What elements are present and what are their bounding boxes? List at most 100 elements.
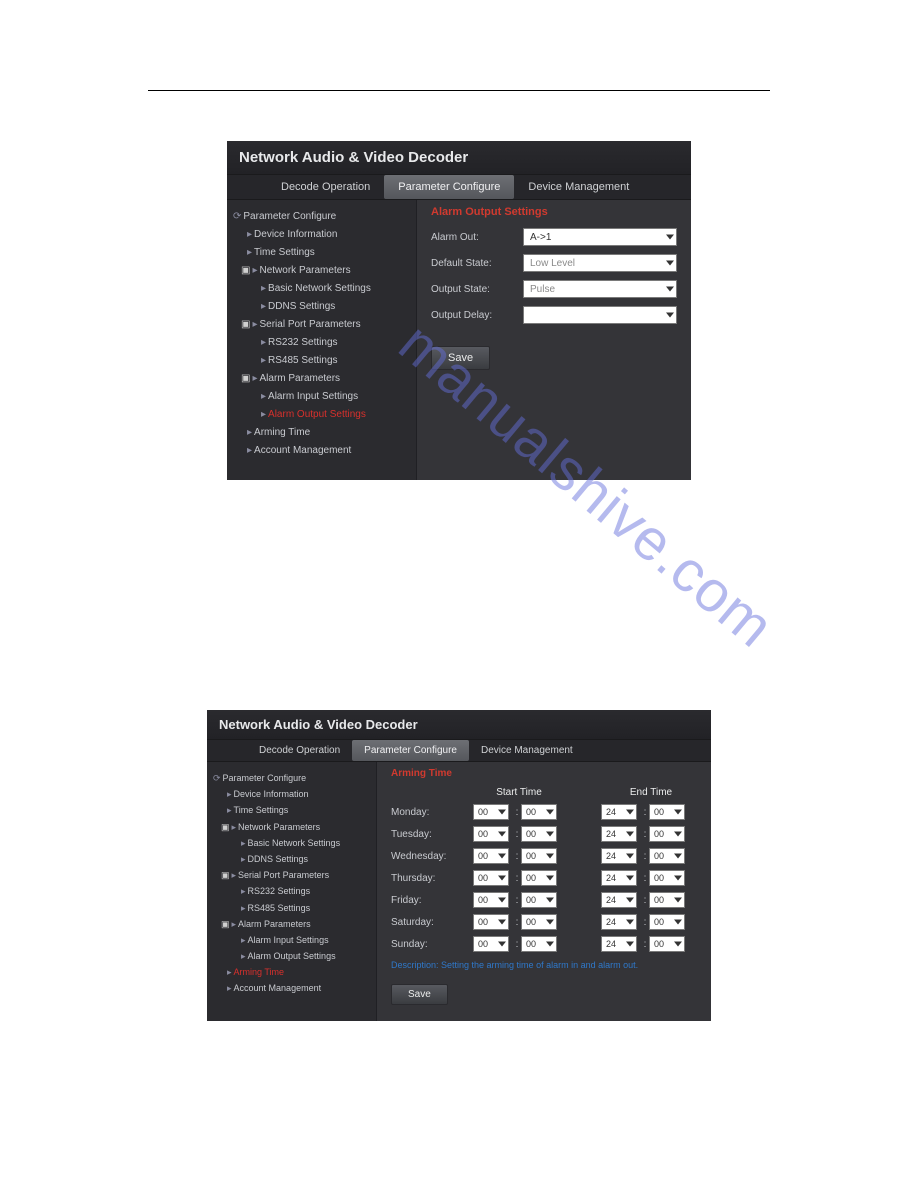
tree-device-information[interactable]: ▸Device Information — [213, 786, 370, 802]
output-state-select[interactable]: Pulse — [523, 280, 677, 298]
tuesday-start-minute-select[interactable]: 00 — [521, 826, 557, 842]
app-title: Network Audio & Video Decoder — [227, 141, 691, 174]
thursday-start-hour-select[interactable]: 00 — [473, 870, 509, 886]
tree-account-management[interactable]: ▸Account Management — [213, 980, 370, 996]
select-value: 00 — [654, 807, 664, 817]
thursday-end-minute-select[interactable]: 00 — [649, 870, 685, 886]
tree-alarm-input-settings[interactable]: ▸Alarm Input Settings — [213, 932, 370, 948]
time-separator: : — [513, 851, 521, 862]
select-value: Low Level — [530, 258, 575, 269]
panel-arming-time: Arming Time Start Time End Time Monday: … — [377, 762, 711, 1021]
chevron-down-icon — [546, 920, 554, 925]
wednesday-start-hour-select[interactable]: 00 — [473, 848, 509, 864]
tree-rs485-settings[interactable]: ▸RS485 Settings — [233, 352, 410, 370]
default-state-select[interactable]: Low Level — [523, 254, 677, 272]
tree-account-management[interactable]: ▸Account Management — [233, 442, 410, 460]
tab-parameter-configure[interactable]: Parameter Configure — [352, 740, 469, 761]
save-button[interactable]: Save — [391, 984, 448, 1005]
tree-alarm-output-settings[interactable]: ▸Alarm Output Settings — [233, 406, 410, 424]
tab-parameter-configure[interactable]: Parameter Configure — [384, 175, 514, 199]
saturday-start-minute-select[interactable]: 00 — [521, 914, 557, 930]
tree-root[interactable]: ⟳Parameter Configure — [213, 770, 370, 786]
output-delay-select[interactable] — [523, 306, 677, 324]
tree-ddns-settings[interactable]: ▸DDNS Settings — [213, 851, 370, 867]
chevron-down-icon — [498, 898, 506, 903]
time-separator: : — [641, 851, 649, 862]
tree-time-settings[interactable]: ▸Time Settings — [213, 802, 370, 818]
day-label: Monday: — [391, 807, 473, 818]
tree-arming-time[interactable]: ▸Arming Time — [213, 964, 370, 980]
tree-device-information[interactable]: ▸Device Information — [233, 226, 410, 244]
save-button[interactable]: Save — [431, 346, 490, 370]
tree-arming-time[interactable]: ▸Arming Time — [233, 424, 410, 442]
saturday-end-hour-select[interactable]: 24 — [601, 914, 637, 930]
tree-label: RS485 Settings — [248, 903, 311, 913]
tree-network-parameters[interactable]: ▣▸Network Parameters — [213, 819, 370, 835]
tuesday-end-hour-select[interactable]: 24 — [601, 826, 637, 842]
chevron-down-icon — [626, 942, 634, 947]
tree-network-parameters[interactable]: ▣▸Network Parameters — [233, 262, 410, 280]
tab-decode-operation[interactable]: Decode Operation — [247, 740, 352, 761]
tree-label: Arming Time — [254, 427, 310, 438]
select-value: A->1 — [530, 232, 551, 243]
tree-root-label: Parameter Configure — [243, 211, 336, 222]
wednesday-end-hour-select[interactable]: 24 — [601, 848, 637, 864]
friday-start-hour-select[interactable]: 00 — [473, 892, 509, 908]
sunday-end-hour-select[interactable]: 24 — [601, 936, 637, 952]
panel-title: Alarm Output Settings — [431, 206, 677, 218]
tree-rs232-settings[interactable]: ▸RS232 Settings — [213, 883, 370, 899]
friday-start-minute-select[interactable]: 00 — [521, 892, 557, 908]
sidebar-tree: ⟳Parameter Configure ▸Device Information… — [207, 762, 377, 1021]
friday-end-hour-select[interactable]: 24 — [601, 892, 637, 908]
tab-device-management[interactable]: Device Management — [514, 175, 643, 199]
panel-title: Arming Time — [391, 768, 697, 779]
sunday-end-minute-select[interactable]: 00 — [649, 936, 685, 952]
select-value: 00 — [478, 939, 488, 949]
tuesday-start-hour-select[interactable]: 00 — [473, 826, 509, 842]
alarm-out-select[interactable]: A->1 — [523, 228, 677, 246]
tab-device-management[interactable]: Device Management — [469, 740, 585, 761]
chevron-down-icon — [498, 876, 506, 881]
select-value: 24 — [606, 917, 616, 927]
tree-serial-port-parameters[interactable]: ▣▸Serial Port Parameters — [233, 316, 410, 334]
tree-ddns-settings[interactable]: ▸DDNS Settings — [233, 298, 410, 316]
tree-label: Alarm Parameters — [238, 919, 311, 929]
sunday-start-minute-select[interactable]: 00 — [521, 936, 557, 952]
time-separator: : — [641, 939, 649, 950]
tuesday-end-minute-select[interactable]: 00 — [649, 826, 685, 842]
monday-end-minute-select[interactable]: 00 — [649, 804, 685, 820]
tree-alarm-input-settings[interactable]: ▸Alarm Input Settings — [233, 388, 410, 406]
day-label: Tuesday: — [391, 829, 473, 840]
tree-time-settings[interactable]: ▸Time Settings — [233, 244, 410, 262]
sunday-start-hour-select[interactable]: 00 — [473, 936, 509, 952]
monday-start-hour-select[interactable]: 00 — [473, 804, 509, 820]
row-saturday: Saturday: 00 : 00 24 : 00 — [391, 914, 697, 930]
sidebar-tree: ⟳Parameter Configure ▸Device Information… — [227, 200, 417, 480]
thursday-start-minute-select[interactable]: 00 — [521, 870, 557, 886]
chevron-down-icon — [546, 942, 554, 947]
tree-basic-network-settings[interactable]: ▸Basic Network Settings — [213, 835, 370, 851]
tree-basic-network-settings[interactable]: ▸Basic Network Settings — [233, 280, 410, 298]
tree-alarm-output-settings[interactable]: ▸Alarm Output Settings — [213, 948, 370, 964]
monday-end-hour-select[interactable]: 24 — [601, 804, 637, 820]
saturday-end-minute-select[interactable]: 00 — [649, 914, 685, 930]
tree-root[interactable]: ⟳Parameter Configure — [233, 208, 410, 226]
horizontal-rule — [148, 90, 770, 91]
tab-decode-operation[interactable]: Decode Operation — [267, 175, 384, 199]
monday-start-minute-select[interactable]: 00 — [521, 804, 557, 820]
select-value: 00 — [654, 873, 664, 883]
select-value: 24 — [606, 895, 616, 905]
tree-label: Alarm Input Settings — [248, 935, 329, 945]
tree-alarm-parameters[interactable]: ▣▸Alarm Parameters — [233, 370, 410, 388]
wednesday-end-minute-select[interactable]: 00 — [649, 848, 685, 864]
saturday-start-hour-select[interactable]: 00 — [473, 914, 509, 930]
tree-serial-port-parameters[interactable]: ▣▸Serial Port Parameters — [213, 867, 370, 883]
friday-end-minute-select[interactable]: 00 — [649, 892, 685, 908]
wednesday-start-minute-select[interactable]: 00 — [521, 848, 557, 864]
tree-rs232-settings[interactable]: ▸RS232 Settings — [233, 334, 410, 352]
output-state-label: Output State: — [431, 284, 523, 295]
chevron-down-icon — [626, 898, 634, 903]
thursday-end-hour-select[interactable]: 24 — [601, 870, 637, 886]
tree-alarm-parameters[interactable]: ▣▸Alarm Parameters — [213, 916, 370, 932]
tree-rs485-settings[interactable]: ▸RS485 Settings — [213, 900, 370, 916]
